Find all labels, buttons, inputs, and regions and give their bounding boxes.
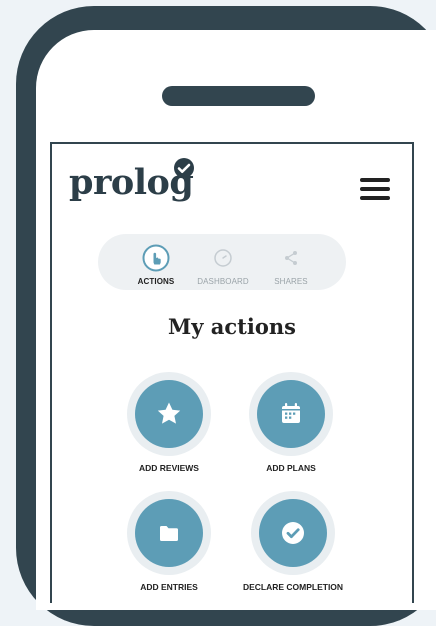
hand-pointer-icon <box>142 244 170 272</box>
action-disc <box>257 380 325 448</box>
folder-icon <box>160 526 178 541</box>
menu-button[interactable] <box>360 178 390 200</box>
gauge-icon <box>209 244 237 272</box>
add-plans-label: ADD PLANS <box>266 463 316 473</box>
action-disc <box>135 499 203 567</box>
action-disc <box>135 380 203 448</box>
tab-bar: ACTIONS DASHBOARD SHARES <box>98 234 346 290</box>
declare-completion-label: DECLARE COMPLETION <box>242 582 344 592</box>
logo-check-icon <box>174 158 194 178</box>
app-screen: prolog ACTIONS DASHBOARD SHARES My actio… <box>50 142 414 603</box>
star-icon <box>157 402 181 424</box>
menu-bar-icon <box>360 178 390 182</box>
tab-shares-label: SHARES <box>274 277 308 286</box>
tab-shares[interactable]: SHARES <box>251 234 331 290</box>
menu-bar-icon <box>360 187 390 191</box>
action-disc <box>259 499 327 567</box>
phone-speaker <box>162 86 315 106</box>
page-title: My actions <box>168 314 296 339</box>
check-icon <box>282 522 304 544</box>
calendar-icon <box>282 403 300 423</box>
menu-bar-icon <box>360 196 390 200</box>
share-icon <box>277 244 305 272</box>
